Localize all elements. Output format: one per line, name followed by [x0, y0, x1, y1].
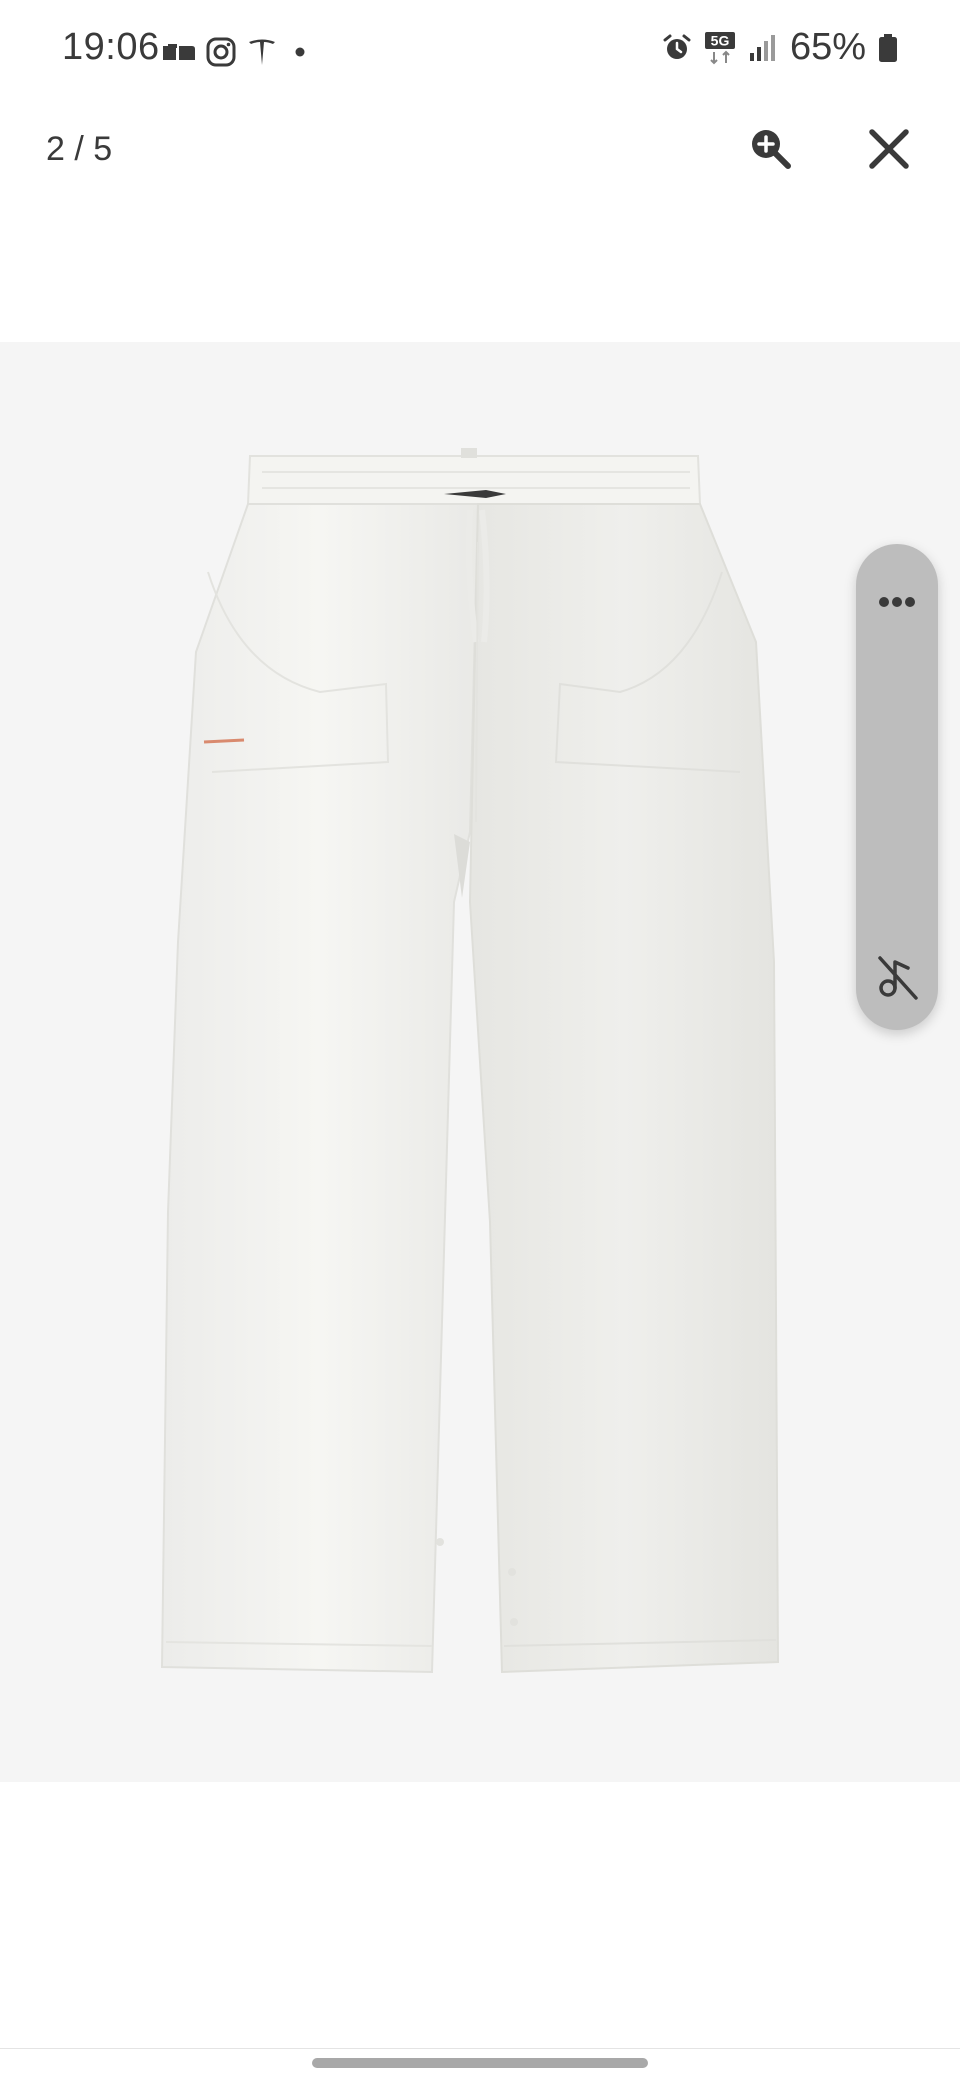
floating-side-panel: [856, 544, 938, 1030]
battery-percent: 65%: [789, 26, 866, 68]
alarm-icon: [662, 33, 692, 63]
bottom-divider: [0, 2048, 960, 2049]
close-button[interactable]: [866, 126, 912, 172]
music-off-icon: [878, 956, 918, 1000]
image-counter: 2 / 5: [46, 130, 113, 168]
product-image-stage[interactable]: [0, 342, 960, 1782]
system-icons: 5G 65%: [662, 26, 898, 69]
music-off-button[interactable]: [856, 944, 938, 1014]
instagram-icon: [206, 37, 236, 67]
status-bar: 19:06 5G 65%: [0, 0, 960, 100]
signal-icon: [748, 33, 778, 63]
notification-icons: [162, 34, 312, 70]
network-label: 5G: [711, 32, 730, 48]
more-horizontal-icon: [879, 597, 915, 607]
status-time: 19:06: [62, 26, 160, 68]
close-icon: [869, 129, 909, 169]
zoom-in-icon: [752, 130, 791, 169]
image-viewer-header: 2 / 5: [0, 100, 960, 200]
5g-icon: 5G: [704, 31, 736, 65]
messages-icon: [162, 41, 196, 63]
battery-icon: [878, 33, 898, 63]
product-image-trousers: [160, 448, 780, 1674]
zoom-in-button[interactable]: [748, 126, 792, 170]
home-indicator[interactable]: [312, 2058, 648, 2068]
dot-icon: [288, 40, 312, 64]
tesla-icon: [246, 36, 278, 68]
more-options-button[interactable]: [856, 564, 938, 624]
